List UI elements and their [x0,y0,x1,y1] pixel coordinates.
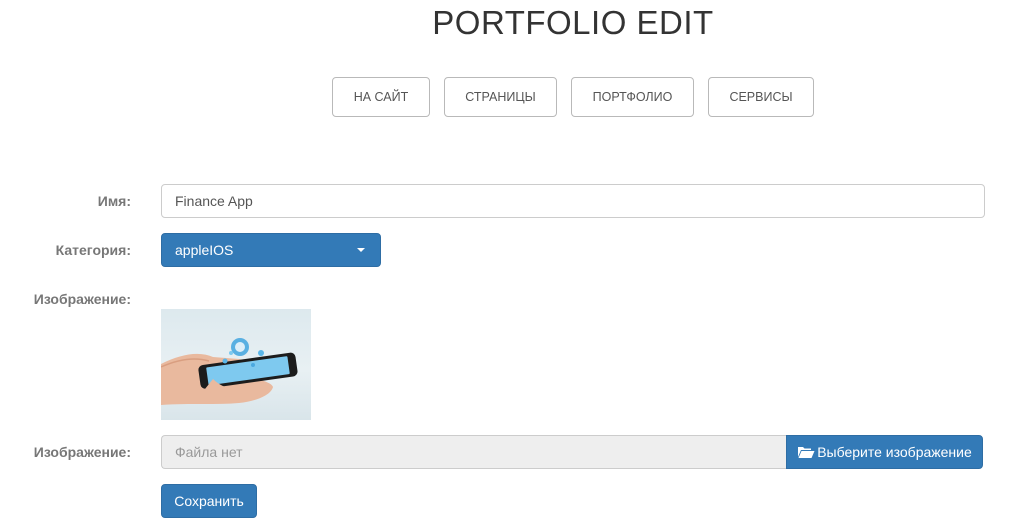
file-name-display: Файла нет [161,435,786,469]
folder-open-icon [798,447,815,458]
image-label: Изображение: [33,291,131,307]
category-select-value: appleIOS [175,242,234,258]
name-label: Имя: [97,193,131,209]
portfolio-image-thumbnail [161,309,311,420]
file-upload-group: Файла нет Выберите изображение [161,435,983,469]
save-button[interactable]: Сохранить [161,484,257,518]
nav-button-portfolio[interactable]: ПОРТФОЛИО [571,77,694,117]
name-input-value: Finance App [175,193,253,209]
nav-button-services[interactable]: СЕРВИСЫ [708,77,814,117]
page-title: PORTFOLIO EDIT [432,4,714,41]
nav-button-pages[interactable]: СТРАНИЦЫ [444,77,557,117]
file-label: Изображение: [33,444,131,460]
choose-image-button-label: Выберите изображение [817,444,972,460]
top-nav: НА САЙТ СТРАНИЦЫ ПОРТФОЛИО СЕРВИСЫ [0,77,1026,119]
nav-button-site[interactable]: НА САЙТ [332,77,430,117]
hand-phone-illustration [161,338,298,405]
category-select[interactable]: appleIOS [161,233,381,267]
file-placeholder: Файла нет [175,444,243,460]
name-input[interactable]: Finance App [161,184,985,218]
category-label: Категория: [55,242,131,258]
choose-image-button[interactable]: Выберите изображение [786,435,983,469]
caret-down-icon [357,248,365,252]
